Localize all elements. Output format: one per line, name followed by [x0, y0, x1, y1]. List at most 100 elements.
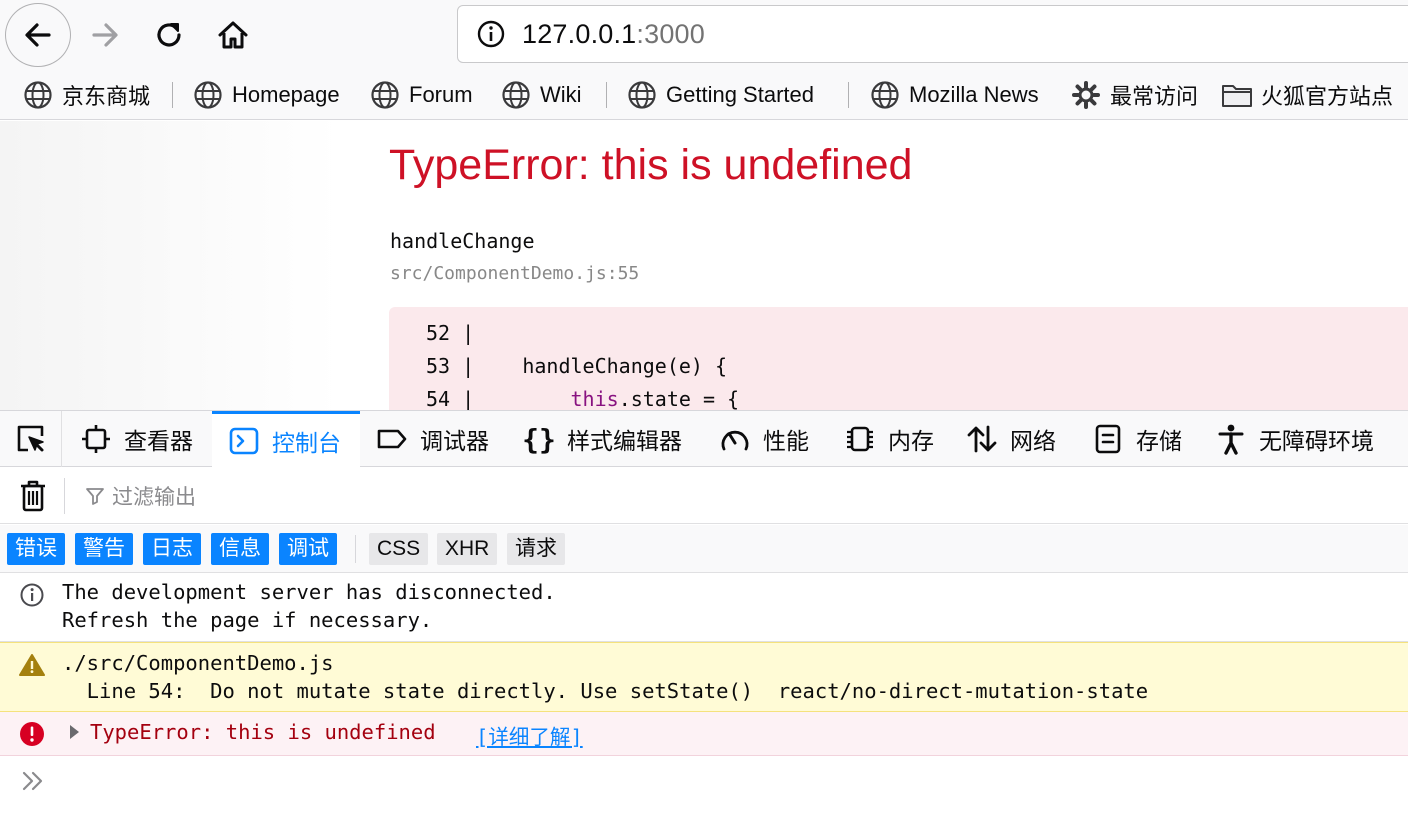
tab-label: 性能	[763, 428, 809, 454]
tab-style-editor[interactable]: {} 样式编辑器	[522, 411, 682, 467]
tab-label: 控制台	[272, 429, 341, 456]
bookmark-separator	[172, 82, 173, 108]
arrow-right-icon	[92, 23, 118, 47]
message-text: Refresh the page if necessary.	[62, 608, 433, 632]
bookmark-folder-firefox[interactable]: 火狐官方站点	[1221, 78, 1393, 112]
filter-css-button[interactable]: CSS	[369, 533, 429, 565]
globe-icon	[869, 79, 901, 111]
reload-button[interactable]	[136, 3, 202, 67]
forward-button[interactable]	[72, 3, 138, 67]
line-separator: |	[450, 354, 475, 378]
bookmark-mozilla-news[interactable]: Mozilla News	[869, 78, 1039, 112]
learn-more-link[interactable]: [详细了解]	[476, 720, 583, 750]
globe-icon	[192, 79, 224, 111]
tab-debugger[interactable]: 调试器	[376, 411, 489, 467]
performance-icon	[719, 423, 751, 455]
expand-triangle-icon[interactable]	[70, 725, 79, 739]
filter-info-button[interactable]: 信息	[211, 533, 269, 565]
bookmarks-toolbar: 京东商城 Homepage Forum Wiki Getting Started…	[0, 70, 1408, 120]
bookmark-label: Forum	[409, 82, 473, 107]
tab-label: 无障碍环境	[1259, 428, 1374, 454]
memory-icon	[844, 423, 876, 455]
tab-inspector[interactable]: 查看器	[80, 411, 193, 467]
error-icon	[18, 720, 46, 748]
home-button[interactable]	[200, 3, 266, 67]
bookmark-label: Wiki	[540, 82, 582, 107]
bookmark-label: 火狐官方站点	[1261, 84, 1394, 109]
console-filter-bar: 过滤输出	[0, 468, 1408, 524]
globe-icon	[500, 79, 532, 111]
bookmark-jd[interactable]: 京东商城	[22, 78, 150, 112]
console-message-error: TypeError: this is undefined [详细了解]	[0, 712, 1408, 756]
message-text: TypeError: this is undefined	[90, 720, 436, 744]
tab-label: 存储	[1136, 428, 1182, 454]
filter-placeholder: 过滤输出	[112, 486, 196, 509]
message-text: Line 54: Do not mutate state directly. U…	[62, 679, 1149, 703]
bookmark-label: Homepage	[232, 82, 340, 107]
element-picker-icon	[17, 425, 44, 452]
tab-storage[interactable]: 存储	[1092, 411, 1182, 467]
filter-xhr-button[interactable]: XHR	[437, 533, 498, 565]
tab-console[interactable]: 控制台	[212, 411, 360, 467]
storage-icon	[1092, 423, 1124, 455]
debugger-icon	[376, 423, 408, 455]
code-line: 53 | handleChange(e) {	[426, 354, 727, 378]
message-text: The development server has disconnected.	[62, 580, 556, 604]
tab-performance[interactable]: 性能	[719, 411, 809, 467]
code-line: 54 | this.state = {	[426, 387, 739, 410]
filter-debug-button[interactable]: 调试	[279, 533, 337, 565]
bookmark-label: Mozilla News	[909, 82, 1039, 107]
tab-network[interactable]: 网络	[966, 411, 1056, 467]
bookmark-forum[interactable]: Forum	[369, 78, 473, 112]
tab-accessibility[interactable]: 无障碍环境	[1215, 411, 1374, 467]
console-category-filters: 错误 警告 日志 信息 调试 CSS XHR 请求	[0, 525, 1408, 573]
tab-label: 样式编辑器	[567, 428, 682, 454]
clear-console-button[interactable]	[16, 478, 50, 514]
line-separator: |	[450, 321, 475, 345]
folder-icon	[1221, 79, 1253, 111]
console-icon	[228, 425, 260, 457]
bookmark-label: 最常访问	[1110, 84, 1199, 109]
chevron-double-right-icon	[22, 771, 43, 791]
bookmark-getting-started[interactable]: Getting Started	[626, 78, 814, 112]
info-icon	[18, 581, 46, 609]
devtools-tabbar: 查看器 控制台 调试器 {} 样式编辑器 性能 内存 网络 存储 无障碍环境	[0, 410, 1408, 467]
line-code: handleChange(e) {	[474, 354, 728, 378]
element-picker-button[interactable]	[0, 411, 62, 467]
page-content: TypeError: this is undefined handleChang…	[0, 121, 1408, 410]
bookmark-separator	[848, 82, 849, 108]
globe-icon	[22, 79, 54, 111]
gear-icon	[1070, 79, 1102, 111]
tab-memory[interactable]: 内存	[844, 411, 934, 467]
bookmark-most-visited[interactable]: 最常访问	[1070, 78, 1198, 112]
stack-file-location[interactable]: src/ComponentDemo.js:55	[390, 263, 639, 284]
filter-errors-button[interactable]: 错误	[7, 533, 65, 565]
line-keyword: this	[570, 387, 619, 410]
browser-toolbar: 127.0.0.1:3000	[0, 0, 1408, 70]
url-bar[interactable]: 127.0.0.1:3000	[457, 5, 1408, 63]
filter-requests-button[interactable]: 请求	[507, 533, 565, 565]
bookmark-label: 京东商城	[62, 84, 151, 109]
console-message-info: The development server has disconnected.…	[0, 574, 1408, 642]
style-editor-icon: {}	[522, 422, 556, 456]
bookmark-homepage[interactable]: Homepage	[192, 78, 340, 112]
accessibility-icon	[1215, 423, 1247, 455]
line-separator: |	[450, 387, 475, 410]
line-number: 52	[426, 321, 451, 345]
bookmark-wiki[interactable]: Wiki	[500, 78, 582, 112]
filter-logs-button[interactable]: 日志	[143, 533, 201, 565]
message-source[interactable]: ./src/ComponentDemo.js	[62, 651, 334, 675]
stack-function-name: handleChange	[390, 229, 535, 253]
tab-label: 调试器	[420, 428, 489, 454]
back-button[interactable]	[5, 3, 71, 67]
filter-warnings-button[interactable]: 警告	[75, 533, 133, 565]
tab-label: 查看器	[124, 428, 193, 454]
console-message-warning: ./src/ComponentDemo.js Line 54: Do not m…	[0, 642, 1408, 712]
error-title: TypeError: this is undefined	[389, 141, 913, 189]
line-code: .state = {	[618, 387, 740, 410]
site-info-icon[interactable]	[474, 17, 508, 51]
url-text[interactable]: 127.0.0.1:3000	[522, 19, 705, 50]
network-icon	[966, 423, 998, 455]
filter-input[interactable]: 过滤输出	[84, 480, 196, 512]
console-input-prompt[interactable]	[18, 766, 48, 796]
